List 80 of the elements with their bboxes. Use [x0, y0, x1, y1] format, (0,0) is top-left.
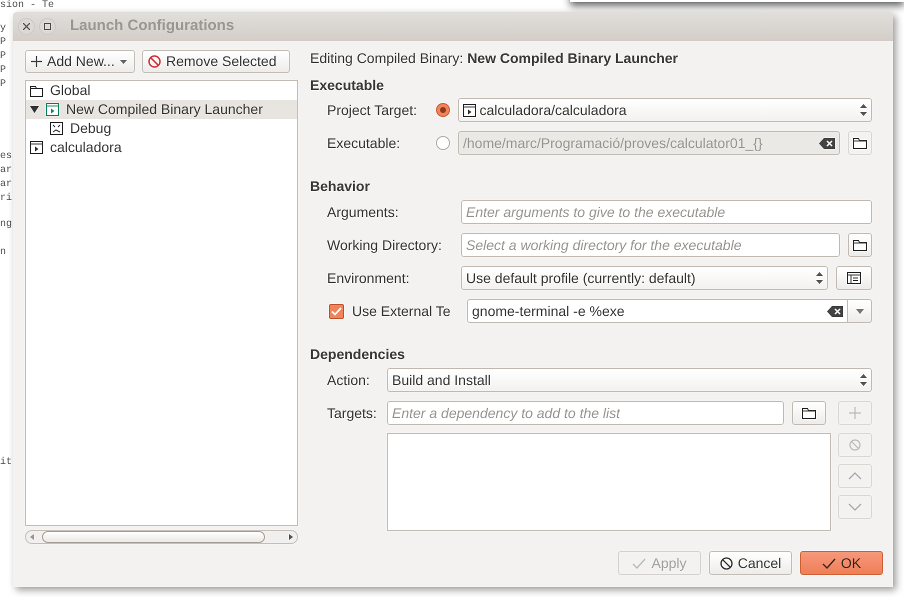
folder-icon: [853, 239, 867, 251]
field-label: Arguments:: [327, 202, 400, 222]
environment-settings-button[interactable]: [836, 266, 872, 290]
add-new-button[interactable]: Add New...: [25, 50, 135, 73]
expanded-arrow-icon: [30, 105, 39, 114]
window-title: Launch Configurations: [70, 16, 234, 36]
environment-dropdown[interactable]: Use default profile (currently: default): [461, 266, 828, 290]
tree-item[interactable]: Global: [26, 81, 297, 100]
code-text: P: [0, 37, 6, 48]
code-text: sion - Te: [0, 0, 54, 11]
editing-heading: Editing Compiled Binary: New Compiled Binary Launcher: [310, 49, 680, 68]
folder-icon: [802, 407, 816, 419]
code-text: P: [0, 79, 6, 90]
field-label: Targets:: [327, 404, 378, 423]
left-arrow-icon: [30, 534, 34, 540]
no-entry-icon: [849, 439, 861, 451]
checkbox[interactable]: [329, 304, 344, 318]
remove-selected-button[interactable]: Remove Selected: [142, 50, 290, 73]
code-text: ng: [0, 219, 12, 230]
field-label: Executable:: [327, 134, 402, 152]
plus-icon: [849, 407, 861, 419]
field-label: Use External Te: [352, 302, 452, 320]
chevron-up-icon: [848, 472, 862, 480]
code-text: it: [0, 457, 12, 468]
caret-icon: [120, 60, 127, 64]
tree-item[interactable]: New Compiled Binary Launcher: [26, 100, 297, 119]
tree-item[interactable]: Debug: [26, 119, 297, 138]
tree-item[interactable]: calculadora: [26, 138, 297, 157]
code-text: ar: [0, 179, 12, 190]
target-dropdown[interactable]: calculadora/calculadora: [458, 98, 872, 122]
action-dropdown[interactable]: Build and Install: [387, 368, 872, 392]
chevron-down-icon: [848, 503, 862, 511]
launcher-icon: [46, 103, 59, 116]
spinner-arrows-icon: [816, 272, 823, 284]
close-button[interactable]: [18, 18, 35, 35]
code-text: P: [0, 51, 6, 62]
code-text: es: [0, 151, 12, 162]
field-label: Environment:: [327, 268, 410, 288]
browse-button[interactable]: [792, 401, 826, 425]
check-icon: [822, 558, 836, 568]
cancel-icon: [720, 556, 733, 570]
field-label: Project Target:: [327, 100, 418, 120]
plus-icon: [31, 56, 42, 67]
code-text: ri: [0, 193, 12, 204]
clear-icon: [827, 306, 843, 316]
check-icon: [632, 558, 646, 568]
spinner-arrows-icon: [860, 374, 867, 386]
dropdown-button[interactable]: [848, 299, 872, 323]
code-text: ar: [0, 165, 12, 176]
ok-button[interactable]: OK: [800, 551, 883, 575]
launcher-icon: [463, 104, 476, 116]
clear-icon: [819, 138, 835, 148]
code-text: n: [0, 247, 6, 258]
list-icon: [847, 272, 861, 284]
code-text: y: [0, 23, 6, 34]
terminal-command-field[interactable]: gnome-terminal -e %exe: [467, 299, 848, 323]
check-icon: [331, 306, 342, 316]
folder-icon: [30, 84, 43, 96]
horizontal-scrollbar[interactable]: [25, 530, 298, 544]
section-heading: Dependencies: [310, 345, 406, 362]
spinner-arrows-icon: [860, 104, 867, 116]
launcher-icon: [30, 141, 43, 154]
maximize-button[interactable]: [39, 18, 56, 35]
browse-button[interactable]: [848, 233, 872, 257]
code-text: P: [0, 65, 6, 76]
field-label: Action:: [327, 370, 371, 390]
radio-button[interactable]: [436, 103, 450, 117]
cancel-button[interactable]: Cancel: [709, 551, 792, 575]
no-entry-icon: [148, 55, 161, 68]
section-heading: Behavior: [310, 177, 371, 194]
right-arrow-icon: [289, 534, 293, 540]
section-heading: Executable: [310, 76, 385, 93]
browse-button[interactable]: [848, 131, 872, 155]
close-icon: [23, 23, 30, 30]
caret-icon: [856, 308, 864, 314]
folder-icon: [853, 137, 867, 149]
field-label: Working Directory:: [327, 236, 443, 255]
radio-button[interactable]: [436, 136, 450, 150]
maximize-icon: [44, 23, 51, 30]
square-icon: [50, 122, 63, 135]
